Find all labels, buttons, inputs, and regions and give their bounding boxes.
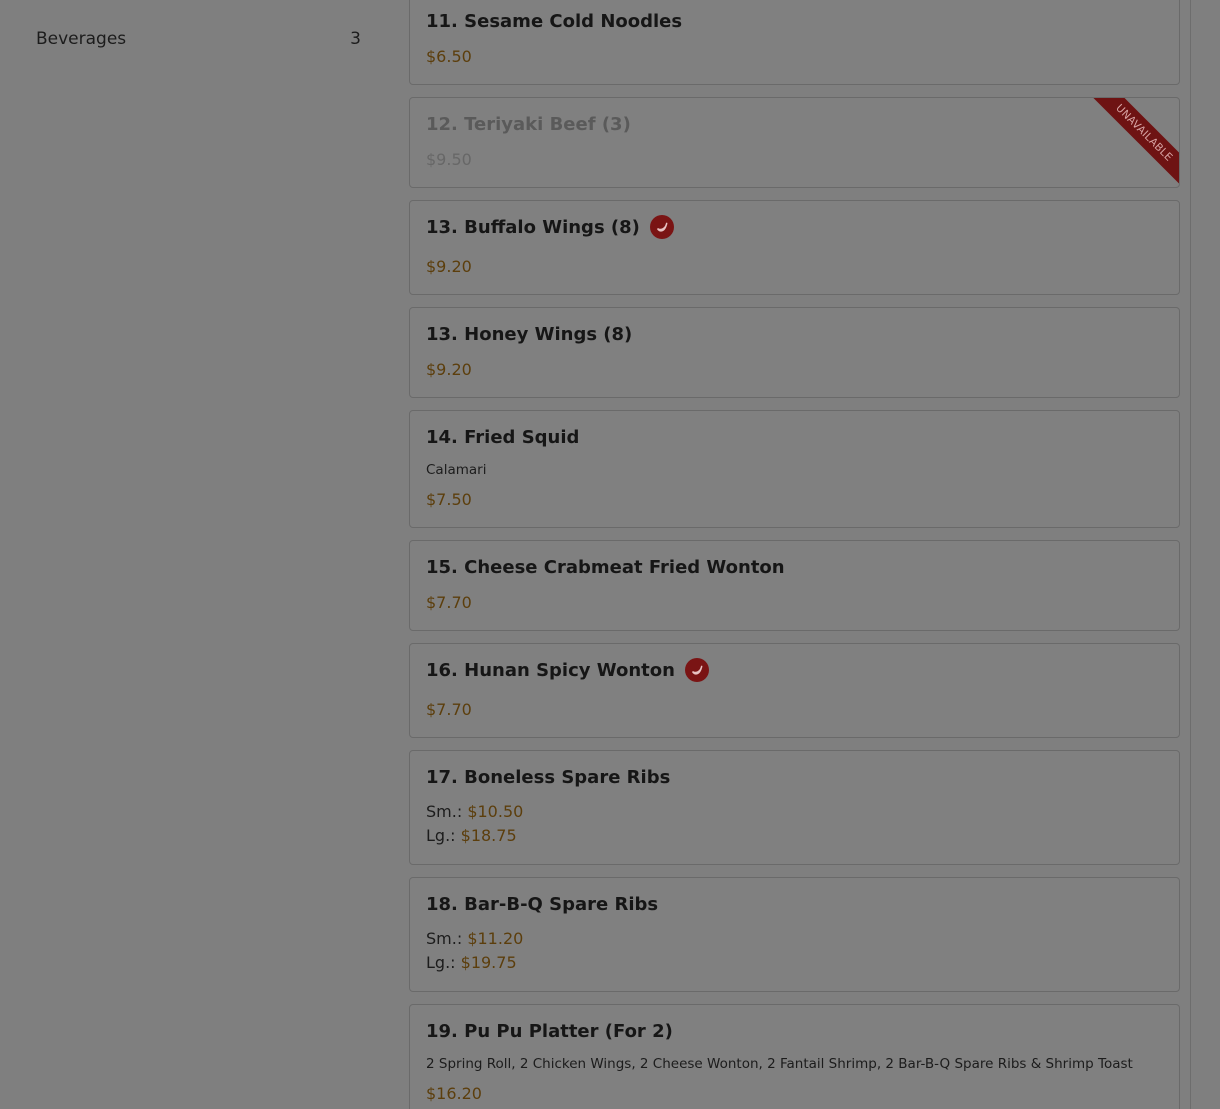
menu-item-card[interactable]: 15. Cheese Crabmeat Fried Wonton $7.70 [409, 540, 1180, 631]
size-large-row: Lg.: $19.75 [426, 951, 523, 975]
item-name: 18. Bar-B-Q Spare Ribs [426, 894, 659, 915]
size-small-row: Sm.: $10.50 [426, 800, 523, 824]
item-price: $9.20 [426, 360, 472, 379]
item-name: 12. Teriyaki Beef (3) [426, 114, 631, 135]
item-price: $7.70 [426, 593, 472, 612]
item-name-row: 13. Buffalo Wings (8) [426, 215, 674, 239]
item-name-row: 16. Hunan Spicy Wonton [426, 658, 709, 682]
size-large-label: Lg.: [426, 826, 461, 845]
item-name: 17. Boneless Spare Ribs [426, 767, 671, 788]
menu-item-card[interactable]: 14. Fried Squid Calamari $7.50 [409, 410, 1180, 528]
item-name: 13. Honey Wings (8) [426, 324, 633, 345]
menu-item-card[interactable]: 13. Buffalo Wings (8) $9.20 [409, 200, 1180, 295]
size-large-row: Lg.: $18.75 [426, 824, 523, 848]
menu-item-card[interactable]: 13. Honey Wings (8) $9.20 [409, 307, 1180, 398]
item-name: 19. Pu Pu Platter (For 2) [426, 1021, 673, 1042]
menu-item-card[interactable]: 16. Hunan Spicy Wonton $7.70 [409, 643, 1180, 738]
menu-item-card[interactable]: 19. Pu Pu Platter (For 2) 2 Spring Roll,… [409, 1004, 1180, 1109]
size-prices: Sm.: $11.20 Lg.: $19.75 [426, 927, 523, 975]
panel-divider [1190, 0, 1191, 1109]
item-price: $9.50 [426, 150, 472, 169]
unavailable-badge: UNAVAILABLE [1090, 98, 1179, 187]
chili-pepper-icon [684, 658, 709, 682]
size-small-label: Sm.: [426, 802, 468, 821]
item-name: 14. Fried Squid [426, 427, 580, 448]
category-sidebar: Beverages 3 [0, 0, 385, 1109]
item-name: 13. Buffalo Wings (8) [426, 216, 640, 238]
size-small-row: Sm.: $11.20 [426, 927, 523, 951]
size-small-label: Sm.: [426, 929, 468, 948]
item-price: $16.20 [426, 1084, 482, 1103]
category-item-beverages[interactable]: Beverages 3 [36, 27, 361, 51]
item-price: $7.50 [426, 490, 472, 509]
item-price: $7.70 [426, 700, 472, 719]
item-price: $6.50 [426, 47, 472, 66]
category-label: Beverages [36, 29, 127, 49]
category-count: 3 [350, 29, 361, 49]
chili-pepper-icon [649, 215, 674, 239]
size-small-price: $10.50 [467, 802, 524, 821]
item-price: $9.20 [426, 257, 472, 276]
menu-item-card[interactable]: 17. Boneless Spare Ribs Sm.: $10.50 Lg.:… [409, 750, 1180, 865]
size-large-label: Lg.: [426, 953, 461, 972]
menu-item-card[interactable]: 18. Bar-B-Q Spare Ribs Sm.: $11.20 Lg.: … [409, 877, 1180, 992]
menu-item-card[interactable]: 11. Sesame Cold Noodles $6.50 [409, 0, 1180, 85]
size-large-price: $19.75 [460, 953, 517, 972]
item-description: Calamari [426, 462, 487, 478]
size-prices: Sm.: $10.50 Lg.: $18.75 [426, 800, 523, 848]
item-description: 2 Spring Roll, 2 Chicken Wings, 2 Cheese… [426, 1056, 1133, 1072]
menu-list: 11. Sesame Cold Noodles $6.50 12. Teriya… [409, 0, 1180, 1109]
item-name: 11. Sesame Cold Noodles [426, 11, 683, 32]
size-small-price: $11.20 [467, 929, 524, 948]
menu-item-card[interactable]: 12. Teriyaki Beef (3) $9.50 UNAVAILABLE [409, 97, 1180, 188]
item-name: 16. Hunan Spicy Wonton [426, 659, 675, 681]
size-large-price: $18.75 [460, 826, 517, 845]
item-name: 15. Cheese Crabmeat Fried Wonton [426, 557, 785, 578]
